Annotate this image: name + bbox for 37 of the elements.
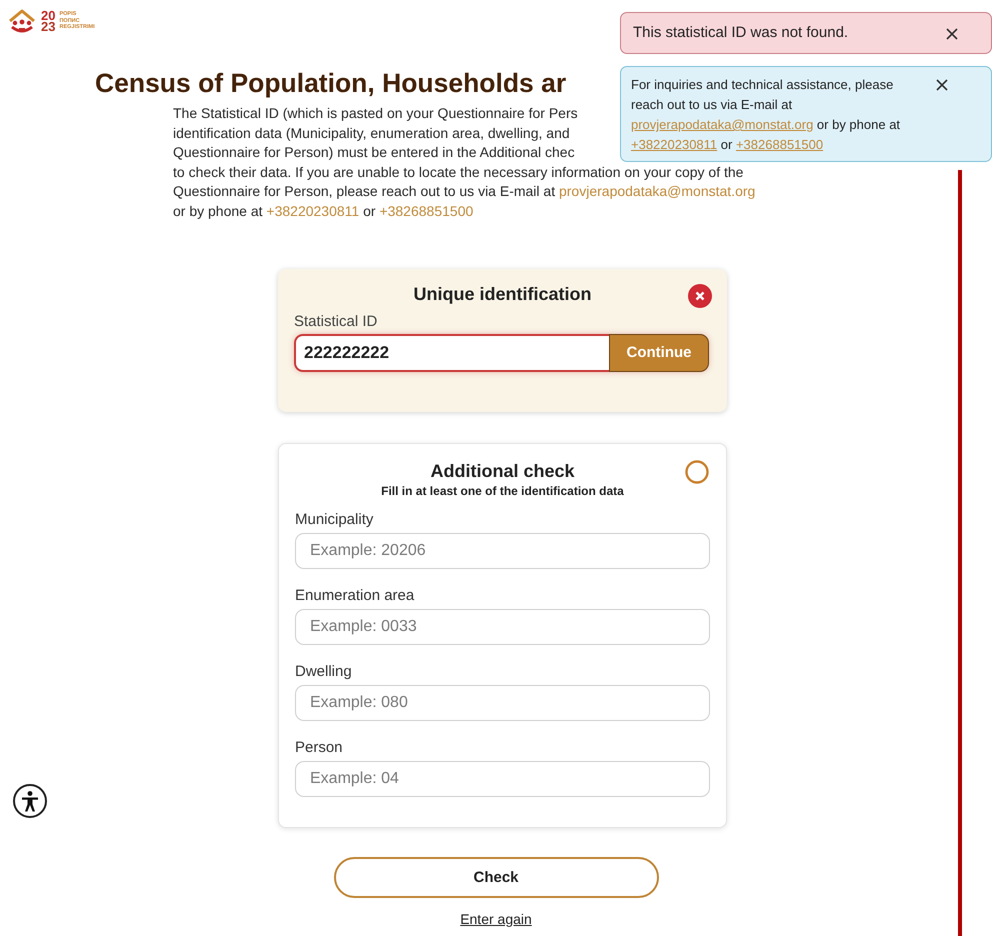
input-field[interactable]: Example: 20206: [295, 532, 710, 569]
input-field[interactable]: Example: 0033: [295, 608, 710, 645]
close-icon[interactable]: [935, 78, 949, 92]
phone-link[interactable]: +38268851500: [736, 137, 824, 152]
field-label: Person: [295, 738, 344, 756]
close-icon[interactable]: [945, 27, 959, 41]
email-link[interactable]: provjerapodataka@monstat.org: [631, 117, 814, 132]
field-label: Enumeration area: [295, 586, 416, 604]
input-field[interactable]: Example: 04: [295, 760, 710, 797]
intro-text-line: Questionnaire for Person, please reach out to us via E-mail at provjerapodataka@monstat.org: [173, 182, 756, 202]
intro-text-line: The Statistical ID (which is pasted on your Questionnaire for Pers: [173, 104, 578, 123]
card-title: Additional check: [430, 460, 575, 482]
phone-link[interactable]: +38268851500: [379, 202, 474, 219]
enter-again-link[interactable]: Enter again: [460, 910, 532, 927]
phone-link[interactable]: +38220230811: [266, 202, 360, 219]
input-field[interactable]: Example: 080: [295, 684, 710, 721]
continue-button[interactable]: Continue: [609, 334, 709, 372]
field-label: Statistical ID: [294, 312, 378, 330]
logo-year: 23: [41, 21, 56, 32]
house-logo-icon: [7, 8, 37, 34]
toast-message: For inquiries and technical assistance, please reach out to us via E-mail at provjerapodataka@monstat.org or by phone at +38220230811 or +38268851500: [631, 76, 902, 154]
page-heading: Census of Population, Households ar: [95, 67, 566, 100]
toast-message: This statistical ID was not found.: [633, 24, 850, 42]
check-button[interactable]: Check: [334, 856, 658, 898]
intro-text-line: to check their data. If you are unable to locate the necessary information on your copy of the: [173, 162, 744, 182]
phone-link[interactable]: +38220230811: [631, 137, 718, 152]
field-label: Municipality: [295, 510, 374, 528]
input-field[interactable]: 222222222: [294, 334, 609, 372]
intro-text-line: Questionnaire for Person) must be entered in the Additional chec: [173, 143, 575, 162]
email-link[interactable]: provjerapodataka@monstat.org: [558, 183, 756, 200]
intro-text-line: or by phone at +38220230811 or +38268851500: [173, 202, 474, 221]
card-title: Unique identification: [414, 284, 592, 306]
card-subtitle: Fill in at least one of the identification data: [381, 484, 624, 498]
intro-text-line: identification data (Municipality, enumeration area, dwelling, and: [173, 124, 570, 143]
field-label: Dwelling: [295, 662, 353, 680]
accessibility-icon[interactable]: [12, 783, 48, 819]
logo-year: 20: [41, 10, 56, 21]
